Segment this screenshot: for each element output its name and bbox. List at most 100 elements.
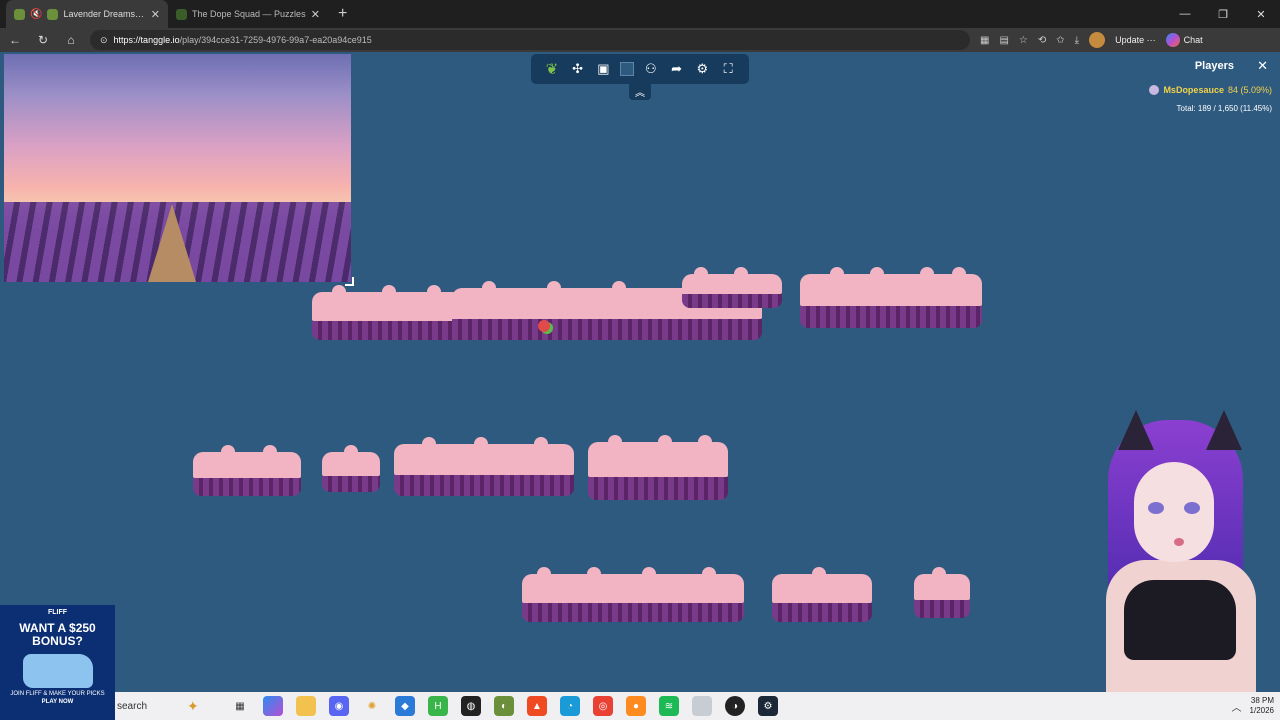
favorite-star-icon[interactable]: ☆ [1019,35,1028,46]
player-name: MsDopesauce [1163,85,1224,95]
firefox-icon[interactable]: ● [626,696,646,716]
piece-knob [830,267,844,281]
piece-group-8[interactable] [588,435,728,500]
url-host: https://tanggle.io [113,35,180,45]
piece-group-1[interactable] [312,285,462,340]
dirt-path [148,204,196,282]
piece-knob [920,267,934,281]
copilot-chat-button[interactable]: Chat [1165,33,1203,47]
taskbar-search[interactable]: search ✦ [115,693,220,719]
h-app-icon[interactable]: H [428,696,448,716]
piece-knob [734,267,748,281]
window-close-icon[interactable]: ✕ [1242,8,1280,21]
preview-resize-handle[interactable] [345,277,354,286]
piece-group-6[interactable] [322,445,380,492]
piece-group-10[interactable] [772,567,872,622]
tanggle-logo-icon[interactable]: ❦ [543,60,561,78]
ad-brand: FLIFF [47,609,68,616]
speaker-muted-icon[interactable]: 🔇 [30,9,42,20]
piece-knob [547,281,561,295]
maximize-icon[interactable]: ❐ [1204,8,1242,21]
puzzle-canvas[interactable]: ❦ ✣ ▣ ⚇ ➦ ⚙ ⛶ ︽ Players ✕ MsDopesauce 84… [0,52,1280,692]
piece-knob [221,445,235,459]
piece-group-9[interactable] [522,567,744,622]
update-button[interactable]: Update ··· [1115,35,1156,45]
site-info-icon[interactable]: ⊙ [100,35,108,46]
browser-tool-icons: ▦ ▤ ☆ ⟲ ✩ ⤓ Update ··· Chat [980,32,1203,48]
chrome-icon[interactable]: ◎ [593,696,613,716]
copilot-app-icon[interactable] [263,696,283,716]
avatar-mouth [1174,538,1184,546]
downloads-icon[interactable]: ⤓ [1075,35,1079,46]
windows-taskbar: search ✦ ▦ ◉ ✺ ◆ H ◍ ◐ ▲ ◔ ◎ ● ≋ ◑ ⚙ ︿ 3… [115,692,1280,720]
close-icon[interactable]: ✕ [1257,58,1268,74]
back-icon[interactable]: ← [6,33,24,47]
piece-knob [932,567,946,581]
task-view-icon[interactable]: ▦ [230,696,250,716]
reading-view-icon[interactable]: ▤ [999,35,1008,46]
blue-app-icon[interactable]: ◆ [395,696,415,716]
collapse-chevron-icon[interactable]: ︽ [629,82,651,100]
tab-dope-squad[interactable]: The Dope Squad — Puzzles ✕ [168,0,328,28]
piece-knob [537,567,551,581]
tanggle-favicon-icon [14,8,25,20]
favorites-icon[interactable]: ✩ [1056,35,1064,46]
browser-tab-bar: 🔇 Lavender Dreams | Sky Jig ✕ The Dope S… [0,0,1280,28]
green-app-icon[interactable]: ◐ [494,696,514,716]
piece-group-7[interactable] [394,437,574,496]
piece-lavender [772,602,872,622]
puzzle-toolbar: ❦ ✣ ▣ ⚇ ➦ ⚙ ⛶ [531,54,749,84]
vtuber-avatar [1096,410,1266,695]
share-icon[interactable]: ➦ [668,60,686,78]
piece-knob [534,437,548,451]
puzzle-piece-icon[interactable]: ✣ [569,60,587,78]
piece-sky [193,452,301,479]
sparkle-app-icon[interactable]: ✺ [362,696,382,716]
piece-group-5[interactable] [193,445,301,496]
brave-icon[interactable]: ▲ [527,696,547,716]
piece-lavender [914,600,970,618]
close-tab-icon[interactable]: ✕ [151,8,160,21]
tab-lavender-dreams[interactable]: 🔇 Lavender Dreams | Sky Jig ✕ [6,0,168,28]
app-icon[interactable]: ▦ [980,35,989,46]
obs-app-icon[interactable]: ◑ [725,696,745,716]
tanggle-favicon-icon-2 [47,8,59,20]
screenshot-app-icon[interactable] [692,696,712,716]
extensions-icon[interactable]: ⟲ [1038,35,1046,46]
piece-group-4[interactable] [800,267,982,328]
clock-time: 38 PM [1250,696,1274,705]
tab-title: Lavender Dreams | Sky Jig [63,9,145,19]
player-avatar-icon [1149,85,1160,95]
players-icon[interactable]: ⚇ [642,60,660,78]
new-tab-button[interactable]: + [338,5,347,23]
discord-icon[interactable]: ◉ [329,696,349,716]
edge-icon[interactable]: ◔ [560,696,580,716]
sponsor-ad[interactable]: FLIFF WANT A $250 BONUS? JOIN FLIFF & MA… [0,605,115,720]
profile-avatar[interactable] [1089,32,1106,48]
settings-icon[interactable]: ⚙ [693,60,711,78]
minimize-icon[interactable]: — [1166,8,1204,20]
image-preview-icon[interactable]: ▣ [594,60,612,78]
dark-app-icon[interactable]: ◍ [461,696,481,716]
cat-ear-left-icon [1118,410,1154,450]
puzzle-preview-image[interactable] [4,54,351,282]
background-color-icon[interactable] [620,62,635,76]
spotify-icon[interactable]: ≋ [659,696,679,716]
fullscreen-icon[interactable]: ⛶ [719,60,737,78]
tab-title-2: The Dope Squad — Puzzles [192,9,306,19]
update-label: Update [1115,35,1145,45]
browser-toolbar: ← ↻ ⌂ ⊙ https://tanggle.io/play/394cce31… [0,28,1280,52]
tray-overflow-icon[interactable]: ︿ [1232,699,1242,714]
clock[interactable]: 38 PM 1/2026 [1250,696,1274,716]
piece-lavender [394,475,574,496]
steam-icon[interactable]: ⚙ [758,696,778,716]
piece-knob [587,567,601,581]
piece-group-3[interactable] [682,267,782,308]
avatar-face [1134,462,1214,562]
file-explorer-icon[interactable] [296,696,316,716]
close-tab-icon-2[interactable]: ✕ [311,8,320,21]
home-icon[interactable]: ⌂ [62,33,80,47]
piece-group-11[interactable] [914,567,970,618]
address-bar[interactable]: ⊙ https://tanggle.io/play/394cce31-7259-… [90,30,970,50]
refresh-icon[interactable]: ↻ [34,33,52,47]
